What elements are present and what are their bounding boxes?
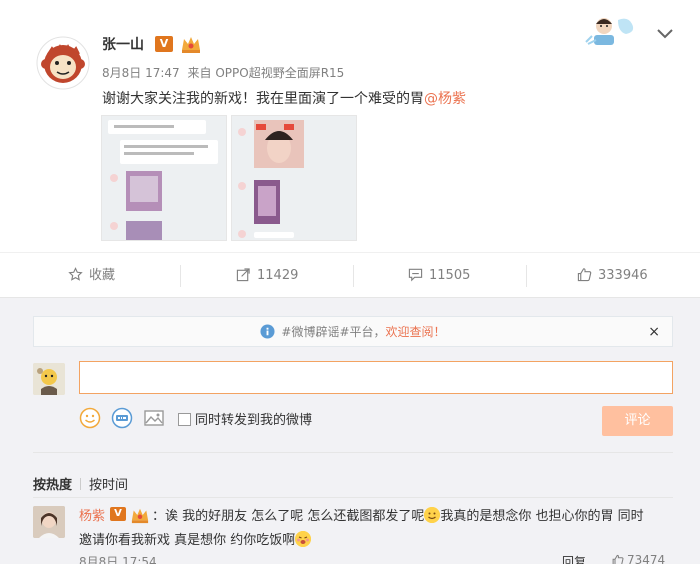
thumbs-up-icon <box>577 268 592 282</box>
divider <box>33 452 673 453</box>
mention-link[interactable]: @杨紫 <box>424 91 466 107</box>
like-button[interactable]: 333946 <box>577 253 648 298</box>
comment-count: 11505 <box>429 268 471 283</box>
submit-comment-button[interactable]: 评论 <box>602 406 673 436</box>
action-bar: 收藏 11429 11505 333946 <box>0 252 700 297</box>
author-avatar[interactable] <box>36 36 90 90</box>
post-text: 谢谢大家关注我的新戏！我在里面演了一个难受的胃@杨紫 <box>102 88 466 108</box>
info-icon <box>260 320 275 350</box>
action-separator <box>353 265 354 287</box>
repost-button[interactable]: 11429 <box>236 253 298 298</box>
favorite-label: 收藏 <box>89 268 116 283</box>
image-icon[interactable] <box>143 407 165 429</box>
sort-by-hot-tab[interactable]: 按热度 <box>33 478 72 493</box>
post-body: 谢谢大家关注我的新戏！我在里面演了一个难受的胃 <box>102 91 424 107</box>
comment-like-button[interactable]: 73474 <box>612 553 665 564</box>
commenter-crown-icon <box>130 506 150 524</box>
notice-text: #微博辟谣#平台， <box>281 325 386 339</box>
post-image-2[interactable] <box>231 115 357 241</box>
decorative-sticker-icon <box>582 14 640 48</box>
comment-section: #微博辟谣#平台，欢迎查阅！ × 同时转发到我的微博 评论 按热度 按时间 杨紫… <box>0 297 700 564</box>
divider <box>33 497 673 498</box>
commenter-verified-badge: V <box>110 507 126 521</box>
gif-icon[interactable] <box>111 407 133 429</box>
comment-text-line-1: ：诶 我的好朋友 怎么了呢 怎么还截图都发了呢 我真的是想念你 也担心你的胃 同时 <box>152 505 644 524</box>
reply-button[interactable]: 回复 <box>562 553 586 564</box>
repost-icon <box>236 268 250 282</box>
post-source[interactable]: OPPO超视野全面屏R15 <box>215 66 344 80</box>
comment-like-count: 73474 <box>627 553 666 564</box>
chevron-down-icon[interactable] <box>656 26 674 40</box>
blush-emoji-icon <box>295 531 312 547</box>
comment-button[interactable]: 11505 <box>408 253 470 298</box>
comment-icon <box>408 268 423 282</box>
post-image-1[interactable] <box>101 115 227 241</box>
commenter-avatar[interactable] <box>33 506 65 538</box>
notice-link[interactable]: 欢迎查阅！ <box>386 325 446 339</box>
author-name[interactable]: 张一山 <box>102 34 144 54</box>
repost-option-label: 同时转发到我的微博 <box>195 413 313 428</box>
comment-text-part-b: 我真的是想念你 也担心你的胃 同时 <box>440 509 644 524</box>
comment-text-part-a: ：诶 我的好朋友 怎么了呢 怎么还截图都发了呢 <box>152 509 425 524</box>
sort-by-time-tab[interactable]: 按时间 <box>89 478 128 493</box>
commenter-name[interactable]: 杨紫 <box>79 505 105 524</box>
favorite-button[interactable]: 收藏 <box>68 253 115 298</box>
close-notice-button[interactable]: × <box>648 317 660 347</box>
my-avatar[interactable] <box>33 363 65 395</box>
comment-input[interactable] <box>79 361 673 394</box>
emoji-icon[interactable] <box>79 407 101 429</box>
verified-badge: V <box>155 36 173 52</box>
action-separator <box>526 265 527 287</box>
weibo-post-card: 张一山 V 8月8日 17:47 来自 OPPO超视野全面屏R15 谢谢大家关注… <box>0 0 700 564</box>
post-time[interactable]: 8月8日 17:47 <box>102 66 180 80</box>
repost-to-my-weibo-option[interactable]: 同时转发到我的微博 <box>178 409 312 428</box>
star-icon <box>68 267 83 281</box>
sort-separator <box>80 478 82 490</box>
action-separator <box>180 265 181 287</box>
post-meta: 8月8日 17:47 来自 OPPO超视野全面屏R15 <box>102 64 344 81</box>
rumor-notice-bar: #微博辟谣#平台，欢迎查阅！ × <box>33 316 673 347</box>
comment-sort-tabs: 按热度 按时间 <box>33 474 128 493</box>
comment-text-line-2: 邀请你看我新戏 真是想你 约你吃饭啊 <box>79 529 312 548</box>
comment-time: 8月8日 17:54 <box>79 555 157 564</box>
comment-text-part-c: 邀请你看我新戏 真是想你 约你吃饭啊 <box>79 533 296 548</box>
repost-checkbox[interactable] <box>178 413 191 426</box>
member-crown-icon <box>180 34 202 54</box>
thumbs-up-icon <box>612 554 624 564</box>
source-prefix: 来自 <box>187 66 212 80</box>
like-count: 333946 <box>598 268 648 283</box>
repost-count: 11429 <box>257 268 299 283</box>
smile-emoji-icon <box>424 507 441 523</box>
